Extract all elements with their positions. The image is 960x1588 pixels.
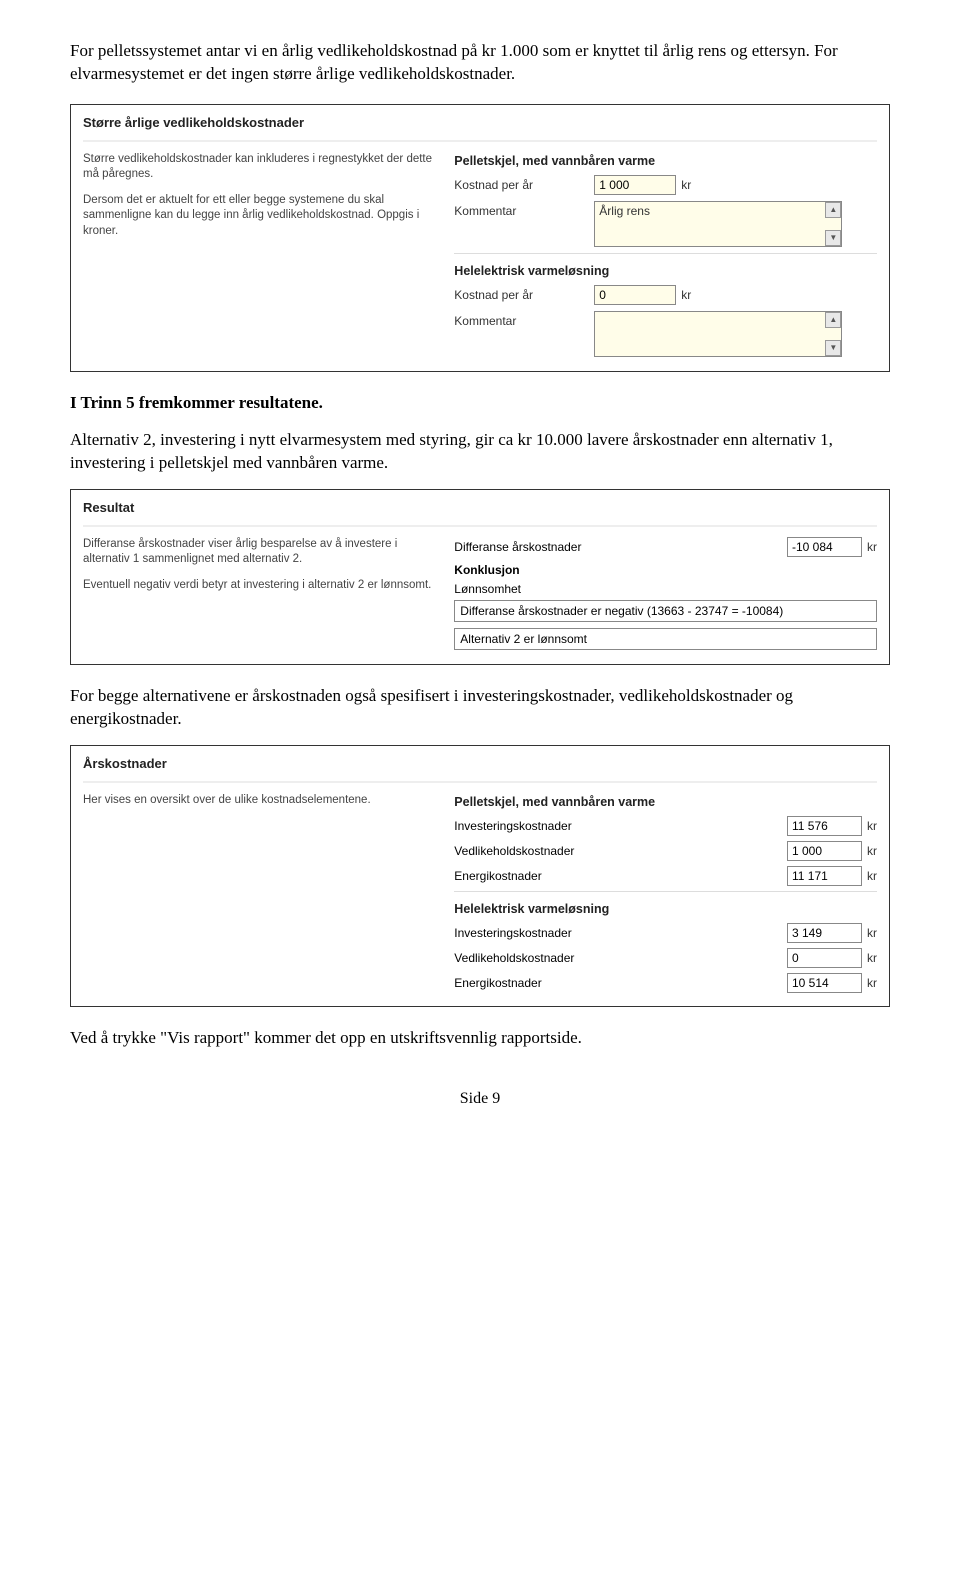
unit-label: kr xyxy=(867,926,877,940)
unit-label: kr xyxy=(867,844,877,858)
help-text: Eventuell negativ verdi betyr at investe… xyxy=(83,578,440,594)
body-paragraph: For begge alternativene er årskostnaden … xyxy=(70,685,890,731)
annual-costs-description: Her vises en oversikt over de ulike kost… xyxy=(83,793,440,998)
unit-label: kr xyxy=(681,178,691,192)
maintenance-description: Større vedlikeholdskostnader kan inklude… xyxy=(83,152,440,363)
cost-row-label: Investeringskostnader xyxy=(454,926,704,940)
diff-label: Differanse årskostnader xyxy=(454,540,664,554)
system1-heading: Pelletskjel, med vannbåren varme xyxy=(454,795,877,809)
cost-label: Kostnad per år xyxy=(454,175,594,192)
system2-comment-input[interactable] xyxy=(594,311,842,357)
cost-row-label: Vedlikeholdskostnader xyxy=(454,844,704,858)
cost-row-value xyxy=(787,948,862,968)
cost-row-label: Vedlikeholdskostnader xyxy=(454,951,704,965)
cost-row-label: Energikostnader xyxy=(454,869,704,883)
page-footer: Side 9 xyxy=(70,1090,890,1108)
body-paragraph: I Trinn 5 fremkommer resultatene. xyxy=(70,392,890,415)
unit-label: kr xyxy=(867,951,877,965)
unit-label: kr xyxy=(681,288,691,302)
system1-cost-input[interactable] xyxy=(594,175,676,195)
cost-row-value xyxy=(787,841,862,861)
scroll-up-icon[interactable]: ▲ xyxy=(825,312,841,328)
help-text: Differanse årskostnader viser årlig besp… xyxy=(83,537,440,568)
unit-label: kr xyxy=(867,869,877,883)
cost-row-label: Energikostnader xyxy=(454,976,704,990)
result-panel: Resultat Differanse årskostnader viser å… xyxy=(70,489,890,665)
help-text: Større vedlikeholdskostnader kan inklude… xyxy=(83,152,440,183)
scroll-down-icon[interactable]: ▼ xyxy=(825,340,841,356)
conclusion-line1: Differanse årskostnader er negativ (1366… xyxy=(454,600,877,622)
cost-row-value xyxy=(787,816,862,836)
annual-costs-panel: Årskostnader Her vises en oversikt over … xyxy=(70,745,890,1007)
unit-label: kr xyxy=(867,819,877,833)
system2-cost-input[interactable] xyxy=(594,285,676,305)
system1-heading: Pelletskjel, med vannbåren varme xyxy=(454,154,877,168)
body-paragraph: Alternativ 2, investering i nytt elvarme… xyxy=(70,429,890,475)
divider xyxy=(83,781,877,783)
maintenance-panel: Større årlige vedlikeholdskostnader Stør… xyxy=(70,104,890,372)
result-title: Resultat xyxy=(83,500,877,515)
unit-label: kr xyxy=(867,540,877,554)
system1-comment-input[interactable]: Årlig rens xyxy=(594,201,842,247)
intro-paragraph: For pelletssystemet antar vi en årlig ve… xyxy=(70,40,890,86)
help-text: Dersom det er aktuelt for ett eller begg… xyxy=(83,193,440,240)
conclusion-line2: Alternativ 2 er lønnsomt xyxy=(454,628,877,650)
divider xyxy=(83,525,877,527)
annual-costs-title: Årskostnader xyxy=(83,756,877,771)
divider xyxy=(83,140,877,142)
system2-heading: Helelektrisk varmeløsning xyxy=(454,891,877,916)
comment-label: Kommentar xyxy=(454,201,594,218)
result-description: Differanse årskostnader viser årlig besp… xyxy=(83,537,440,656)
outro-paragraph: Ved å trykke "Vis rapport" kommer det op… xyxy=(70,1027,890,1050)
maintenance-title: Større årlige vedlikeholdskostnader xyxy=(83,115,877,130)
scroll-up-icon[interactable]: ▲ xyxy=(825,202,841,218)
scroll-down-icon[interactable]: ▼ xyxy=(825,230,841,246)
diff-value xyxy=(787,537,862,557)
conclusion-heading: Konklusjon xyxy=(454,563,877,577)
comment-label: Kommentar xyxy=(454,311,594,328)
system2-heading: Helelektrisk varmeløsning xyxy=(454,253,877,278)
cost-row-label: Investeringskostnader xyxy=(454,819,704,833)
help-text: Her vises en oversikt over de ulike kost… xyxy=(83,793,440,809)
cost-row-value xyxy=(787,866,862,886)
profitability-label: Lønnsomhet xyxy=(454,582,877,596)
unit-label: kr xyxy=(867,976,877,990)
cost-label: Kostnad per år xyxy=(454,285,594,302)
cost-row-value xyxy=(787,973,862,993)
cost-row-value xyxy=(787,923,862,943)
